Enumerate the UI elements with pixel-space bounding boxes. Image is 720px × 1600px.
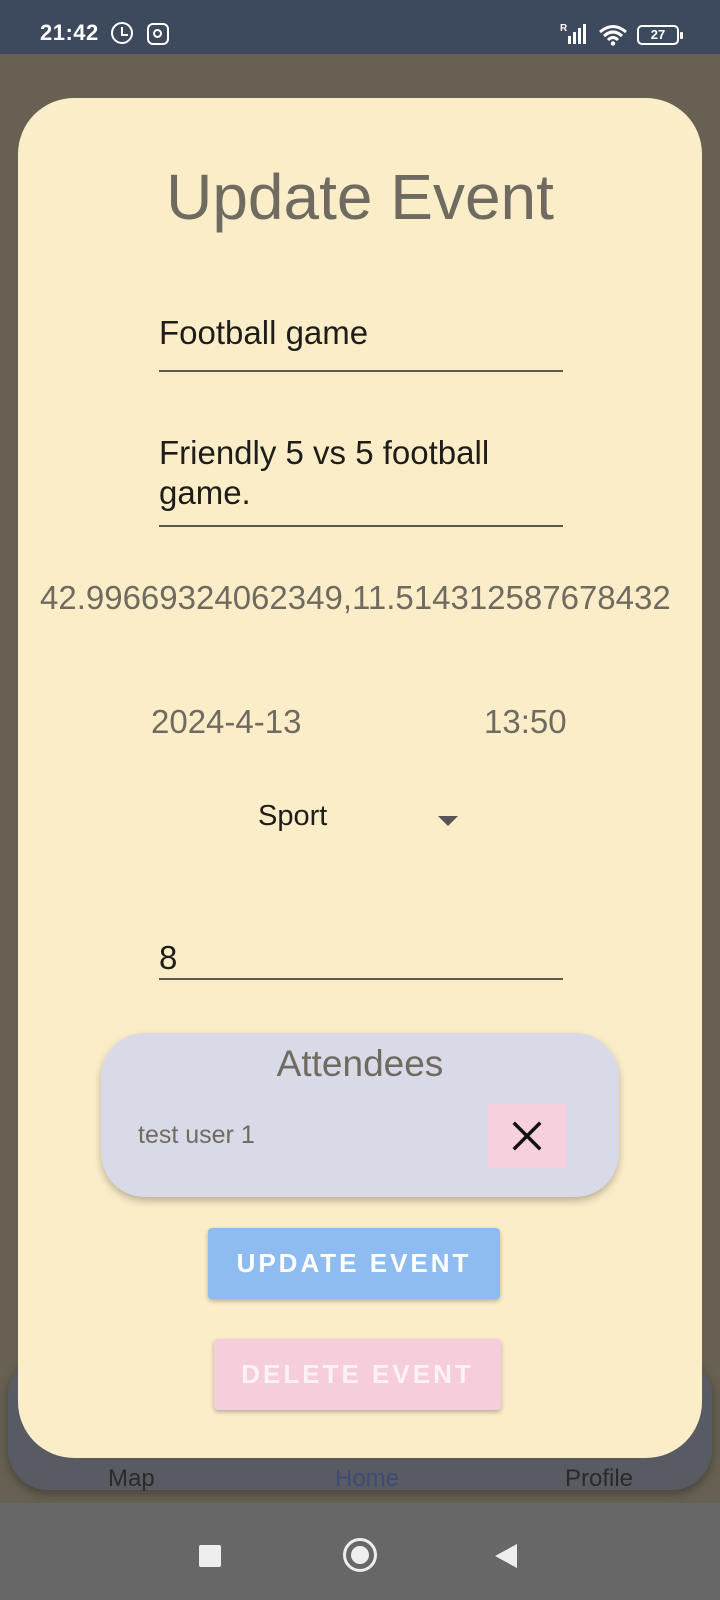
event-date[interactable]: 2024-4-13 — [151, 703, 301, 741]
event-time[interactable]: 13:50 — [484, 703, 567, 741]
event-description-input[interactable]: Friendly 5 vs 5 football game. — [159, 433, 563, 527]
status-time: 21:42 — [40, 20, 99, 45]
category-value: Sport — [258, 800, 328, 832]
attendee-name: test user 1 — [138, 1121, 255, 1149]
battery-icon: 27 — [637, 25, 683, 45]
svg-text:R: R — [560, 23, 568, 34]
attendees-card: Attendees test user 1 — [101, 1033, 619, 1197]
nav-item-profile[interactable]: Profile — [565, 1465, 633, 1493]
home-icon[interactable] — [343, 1538, 377, 1572]
status-bar: 21:42 R 27 — [0, 0, 720, 54]
remove-attendee-button[interactable] — [488, 1104, 566, 1168]
category-dropdown[interactable]: Sport — [258, 798, 458, 838]
update-event-button[interactable]: UPDATE EVENT — [208, 1228, 500, 1299]
nav-item-map[interactable]: Map — [108, 1465, 155, 1493]
instagram-icon — [147, 23, 169, 45]
recent-apps-icon[interactable] — [199, 1545, 221, 1567]
dialog-title: Update Event — [166, 161, 554, 233]
chevron-down-icon — [438, 816, 458, 826]
back-icon[interactable] — [495, 1544, 517, 1568]
delete-event-button[interactable]: DELETE EVENT — [214, 1339, 501, 1410]
event-name-input[interactable]: Football game — [159, 313, 563, 372]
alarm-icon — [111, 22, 133, 44]
event-coordinates[interactable]: 42.99669324062349,11.514312587678432 — [40, 578, 690, 618]
update-event-dialog: Update Event Football game Friendly 5 vs… — [18, 98, 702, 1458]
nav-item-home[interactable]: Home — [335, 1465, 399, 1493]
close-icon — [512, 1121, 542, 1151]
wifi-icon — [599, 25, 627, 46]
signal-icon: R — [560, 23, 586, 44]
attendees-title: Attendees — [276, 1043, 444, 1084]
event-capacity-input[interactable]: 8 — [159, 938, 563, 980]
